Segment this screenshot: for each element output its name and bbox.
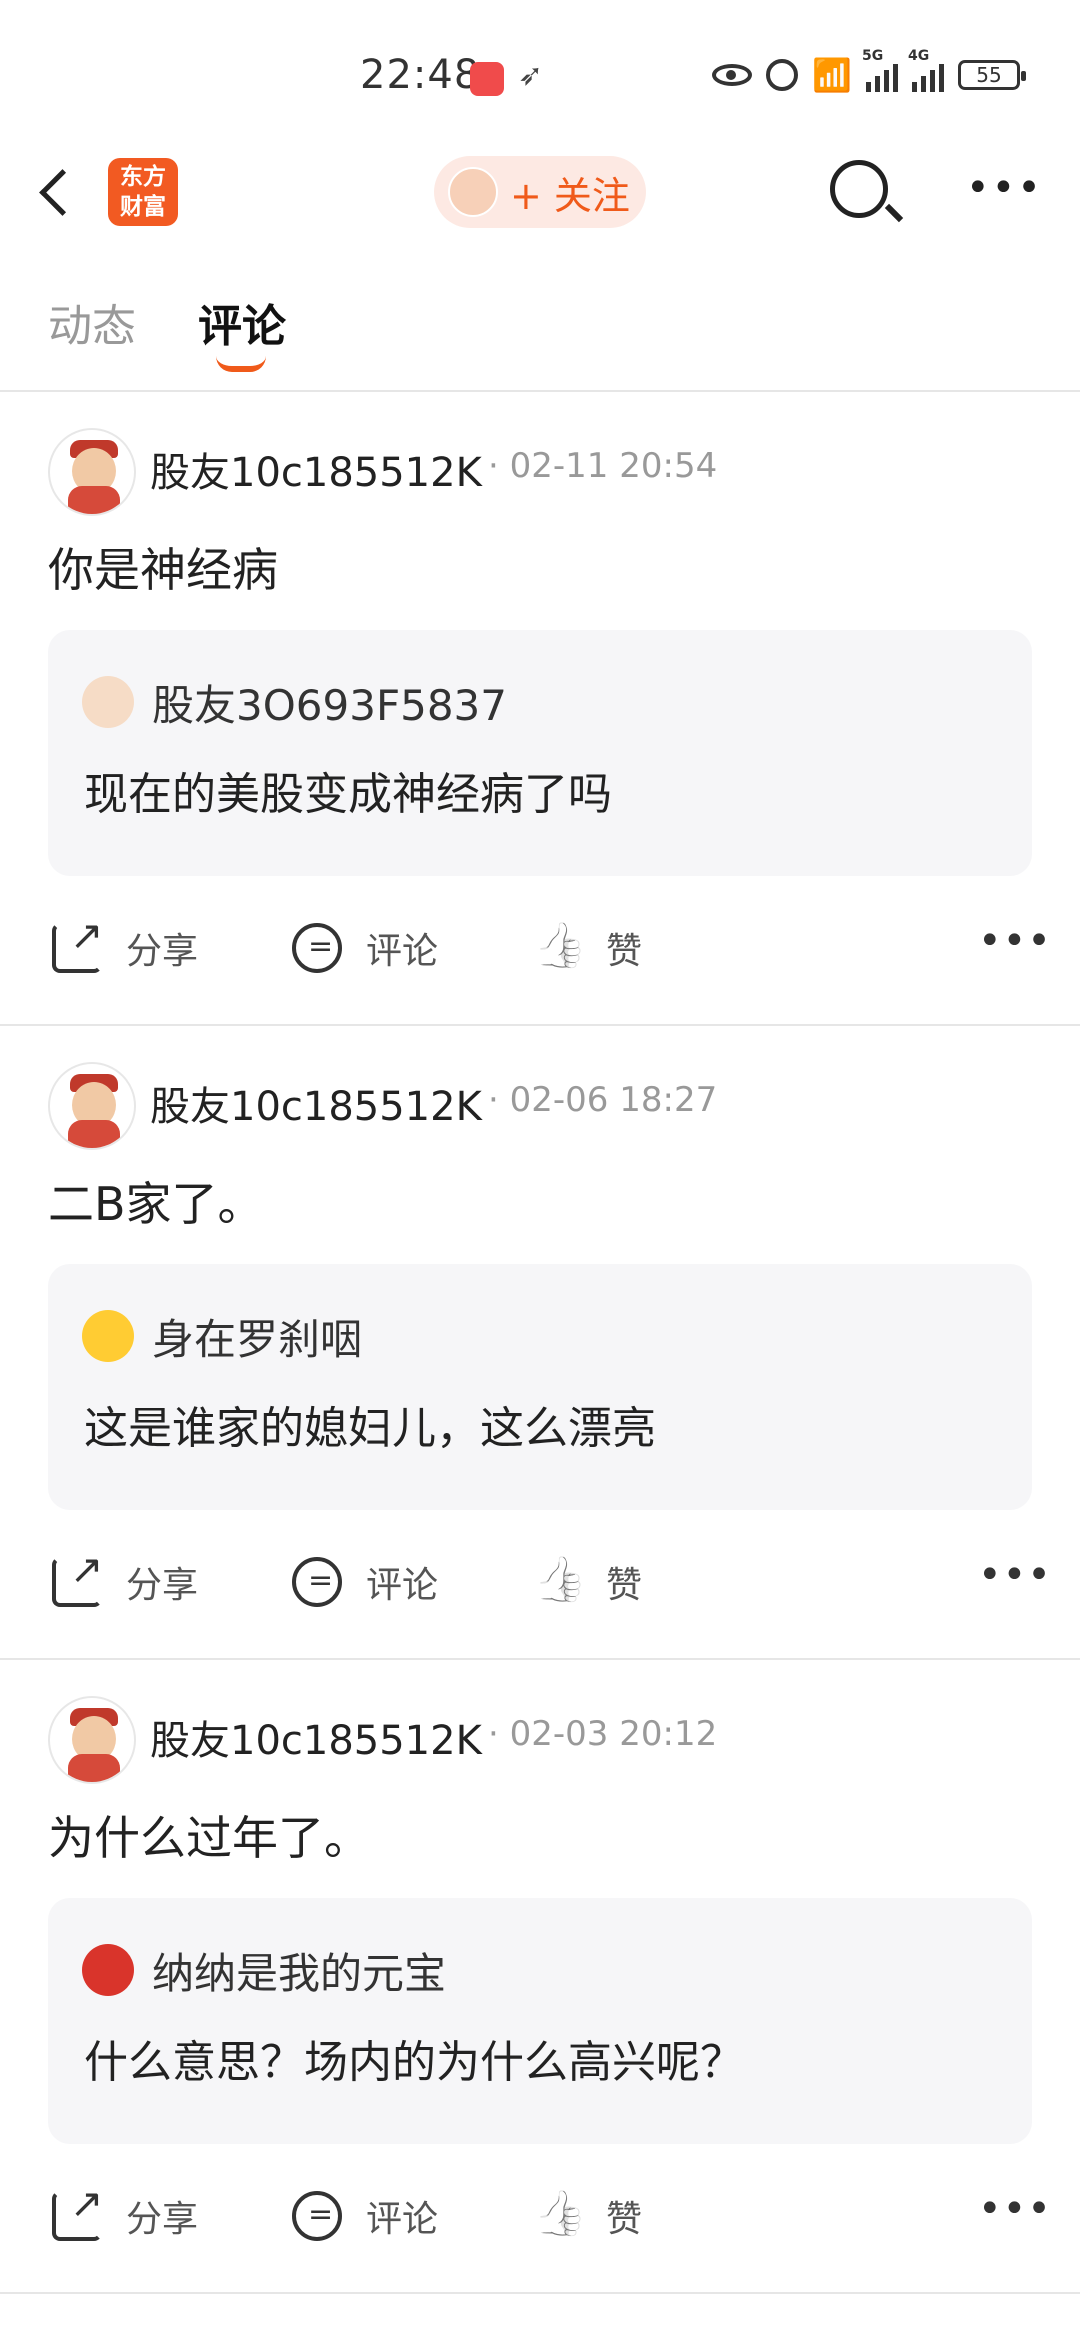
share-button[interactable]: 分享: [52, 2181, 199, 2242]
share-label: 分享: [126, 931, 199, 972]
follow-button[interactable]: + 关注: [434, 156, 646, 228]
author-name[interactable]: 股友10c185512K: [150, 1074, 482, 1132]
post-time: · 02-06 18:27: [488, 1080, 718, 1120]
divider: [0, 2292, 1080, 2294]
alarm-icon: [766, 59, 799, 91]
quoted-post[interactable]: 纳纳是我的元宝 什么意思？场内的为什么高兴呢？: [48, 1898, 1032, 2144]
comment-icon: [292, 923, 342, 973]
logo-line-1: 东方: [120, 164, 166, 190]
logo-line-2: 财富: [120, 194, 166, 220]
action-bar: 分享 评论 赞 •••: [0, 913, 1080, 986]
user-avatar: [448, 167, 498, 217]
post-time: · 02-03 20:12: [488, 1714, 718, 1754]
share-label: 分享: [126, 2199, 199, 2240]
quote-text: 什么意思？场内的为什么高兴呢？: [84, 2037, 744, 2088]
comment-label: 评论: [366, 2199, 439, 2240]
comment-text: 二B家了。: [48, 1177, 264, 1231]
comment-card: 股友10c185512K · 02-03 20:12 为什么过年了。 纳纳是我的…: [0, 1660, 1080, 2292]
signal-4g-icon: 4G: [908, 48, 944, 92]
app-logo: 东方 财富: [108, 158, 178, 226]
author-avatar[interactable]: [48, 1062, 136, 1150]
like-button[interactable]: 赞: [532, 2190, 642, 2242]
comment-button[interactable]: 评论: [292, 922, 438, 974]
active-tab-indicator: [216, 356, 266, 372]
action-bar: 分享 评论 赞 •••: [0, 2181, 1080, 2254]
comment-text: 你是神经病: [48, 543, 278, 597]
quote-text: 现在的美股变成神经病了吗: [84, 769, 612, 820]
quote-author-name: 纳纳是我的元宝: [152, 1949, 447, 1998]
huawei-app-icon: [470, 62, 504, 96]
thumbs-up-icon: [532, 923, 582, 973]
status-icons: 📶 5G 4G 55: [712, 48, 1026, 94]
comment-button[interactable]: 评论: [292, 1556, 438, 1608]
author-name[interactable]: 股友10c185512K: [150, 440, 482, 498]
comment-label: 评论: [366, 1565, 439, 1606]
quote-text: 这是谁家的媳妇儿，这么漂亮: [84, 1403, 656, 1454]
comment-card: 股友10c185512K · 02-11 20:54 你是神经病 股友3O693…: [0, 392, 1080, 1024]
author-avatar[interactable]: [48, 428, 136, 516]
like-button[interactable]: 赞: [532, 1556, 642, 1608]
tab-activity[interactable]: 动态: [48, 290, 136, 354]
back-icon[interactable]: [39, 169, 86, 216]
share-icon: [52, 2181, 104, 2241]
share-icon: [52, 913, 104, 973]
author-name[interactable]: 股友10c185512K: [150, 1708, 482, 1766]
tab-bar: 动态 评论: [0, 270, 1080, 392]
like-button[interactable]: 赞: [532, 922, 642, 974]
share-label: 分享: [126, 1565, 199, 1606]
signal-4g-label: 4G: [908, 48, 930, 64]
comment-label: 评论: [366, 931, 439, 972]
comment-text: 为什么过年了。: [48, 1811, 370, 1865]
quote-author-name: 身在罗刹咽: [152, 1315, 363, 1364]
battery-icon: 55: [958, 60, 1026, 90]
wifi-icon: 📶: [812, 56, 852, 94]
signal-5g-icon: 5G: [862, 48, 898, 92]
like-label: 赞: [606, 931, 643, 972]
share-button[interactable]: 分享: [52, 1547, 199, 1608]
like-label: 赞: [606, 2199, 643, 2240]
share-button[interactable]: 分享: [52, 913, 199, 974]
action-bar: 分享 评论 赞 •••: [0, 1547, 1080, 1620]
more-icon[interactable]: •••: [978, 1552, 1052, 1598]
thumbs-up-icon: [532, 2191, 582, 2241]
search-icon[interactable]: [830, 160, 888, 218]
send-icon: ➶: [518, 58, 544, 93]
eye-icon: [712, 64, 753, 86]
comment-icon: [292, 2191, 342, 2241]
comment-card: 股友10c185512K · 02-06 18:27 二B家了。 身在罗刹咽 这…: [0, 1026, 1080, 1658]
comment-button[interactable]: 评论: [292, 2190, 438, 2242]
quoted-post[interactable]: 股友3O693F5837 现在的美股变成神经病了吗: [48, 630, 1032, 876]
more-icon[interactable]: •••: [966, 168, 1043, 208]
signal-5g-label: 5G: [862, 48, 884, 64]
quote-author-avatar: [82, 1310, 134, 1362]
quote-author-avatar: [82, 1944, 134, 1996]
follow-label: + 关注: [510, 173, 630, 218]
status-time: 22:48: [360, 52, 481, 98]
comment-icon: [292, 1557, 342, 1607]
post-time: · 02-11 20:54: [488, 446, 718, 486]
tab-comments[interactable]: 评论: [198, 290, 286, 354]
quote-author-name: 股友3O693F5837: [152, 681, 507, 730]
top-nav: 东方 财富 + 关注 •••: [0, 140, 1080, 250]
share-icon: [52, 1547, 104, 1607]
more-icon[interactable]: •••: [978, 2186, 1052, 2232]
author-avatar[interactable]: [48, 1696, 136, 1784]
more-icon[interactable]: •••: [978, 918, 1052, 964]
quoted-post[interactable]: 身在罗刹咽 这是谁家的媳妇儿，这么漂亮: [48, 1264, 1032, 1510]
thumbs-up-icon: [532, 1557, 582, 1607]
status-bar: 22:48 ➶ 📶 5G 4G 55: [0, 0, 1080, 140]
quote-author-avatar: [82, 676, 134, 728]
like-label: 赞: [606, 1565, 643, 1606]
